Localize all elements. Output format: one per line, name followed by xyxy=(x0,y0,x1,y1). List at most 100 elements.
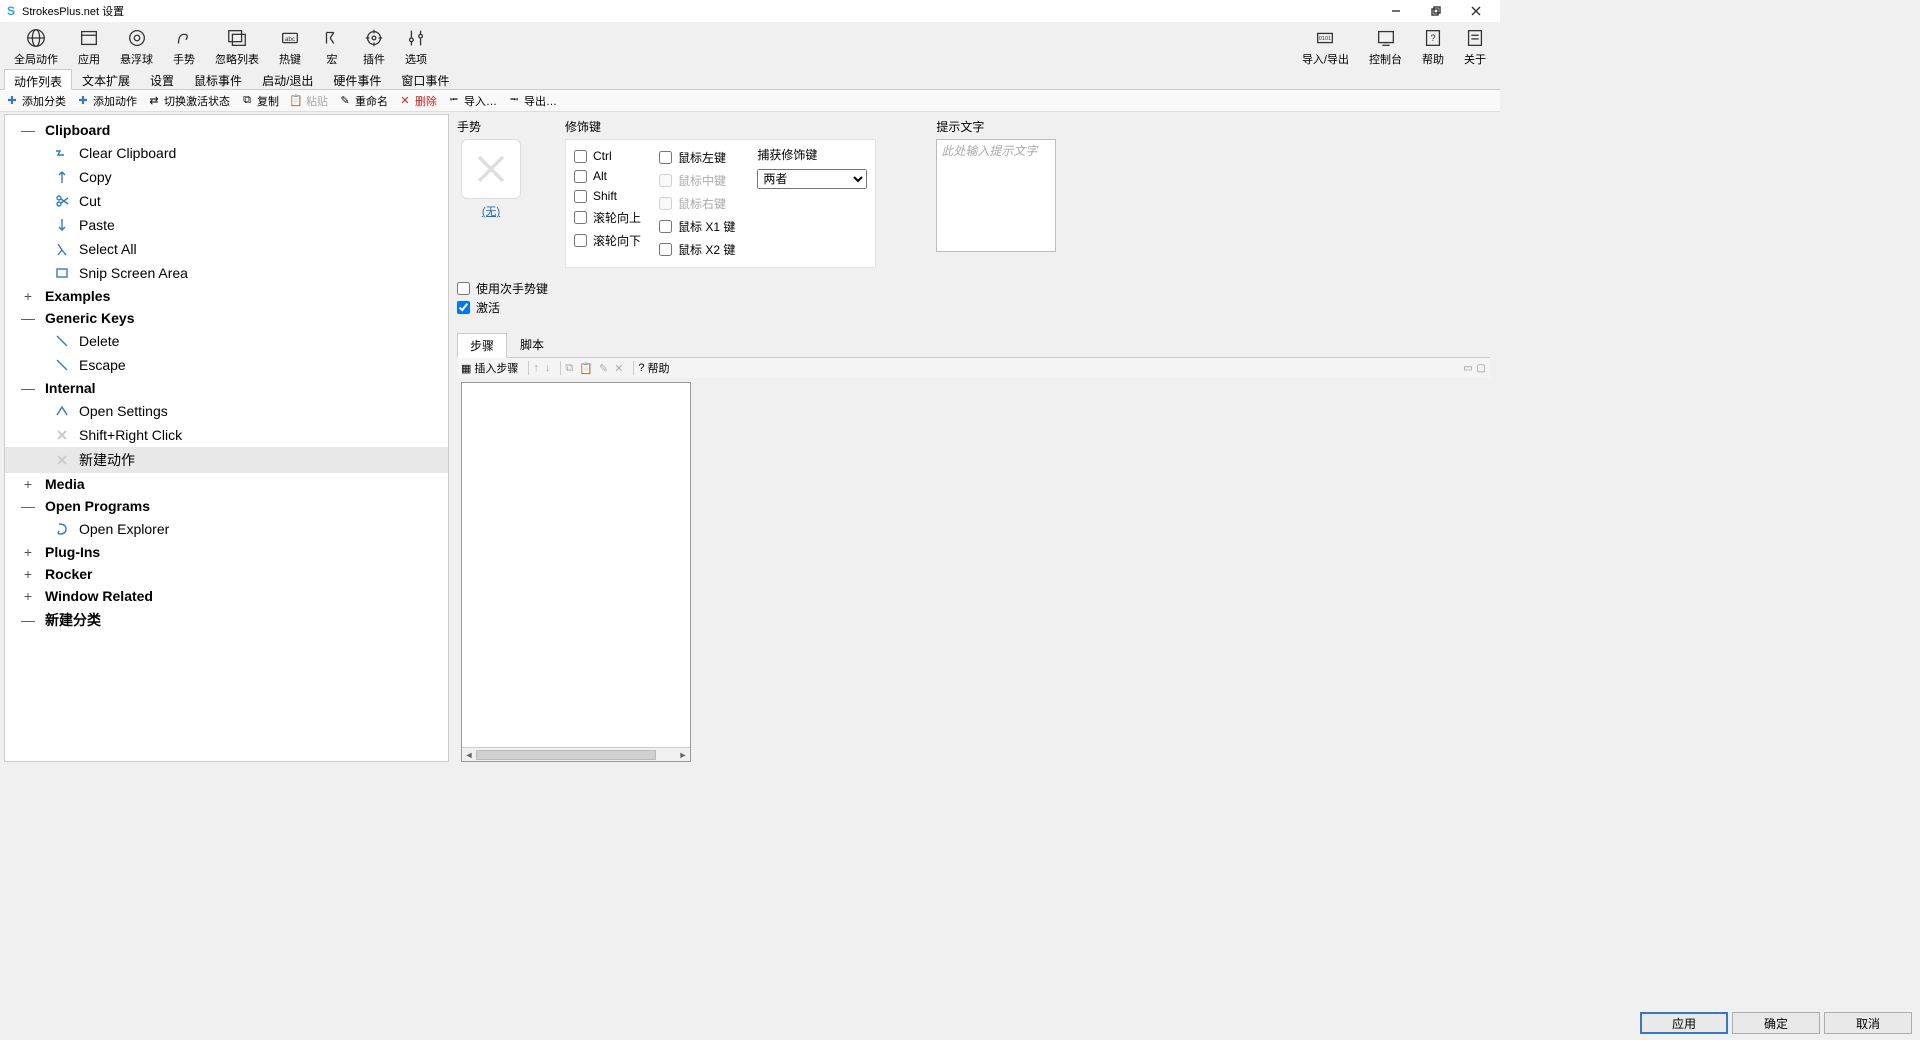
add-category-button[interactable]: ✚添加分类 xyxy=(5,93,66,109)
minimize-button[interactable] xyxy=(1376,0,1416,22)
collapse-icon[interactable]: — xyxy=(19,310,37,326)
tree-category[interactable]: +Media xyxy=(5,473,448,495)
maximize-button[interactable] xyxy=(1416,0,1456,22)
tab-1[interactable]: 文本扩展 xyxy=(72,68,140,89)
tree-item[interactable]: 新建动作 xyxy=(5,447,448,473)
capture-modifier-select[interactable]: 两者 xyxy=(757,169,867,189)
modifier-滚轮向下[interactable]: 滚轮向下 xyxy=(574,232,641,249)
tree-item[interactable]: Paste xyxy=(5,213,448,237)
paste-button[interactable]: 📋粘贴 xyxy=(289,93,328,109)
step-edit-button[interactable]: ✎ xyxy=(599,362,608,375)
modifier-Alt[interactable]: Alt xyxy=(574,169,641,183)
close-button[interactable] xyxy=(1456,0,1496,22)
tree-item[interactable]: Snip Screen Area xyxy=(5,261,448,285)
toolbar-macro[interactable]: 宏 xyxy=(321,26,343,67)
gesture-preview[interactable] xyxy=(461,139,521,199)
collapse-icon[interactable]: — xyxy=(19,612,37,628)
tree-item[interactable]: Delete xyxy=(5,329,448,353)
modifier-Ctrl[interactable]: Ctrl xyxy=(574,149,641,163)
activate-checkbox[interactable]: 激活 xyxy=(457,299,1490,316)
add-action-button[interactable]: ✚添加动作 xyxy=(76,93,137,109)
step-canvas[interactable]: ◄ ► xyxy=(461,382,691,762)
toolbar-globe[interactable]: 全局动作 xyxy=(14,26,58,67)
toolbar-console[interactable]: 控制台 xyxy=(1369,26,1402,67)
collapse-icon[interactable]: — xyxy=(19,380,37,396)
move-down-button[interactable]: ↓ xyxy=(545,362,551,374)
expand-icon[interactable]: + xyxy=(19,476,37,492)
ok-button[interactable]: 确定 xyxy=(1732,1012,1820,1034)
mini-window-icon[interactable]: ▭ xyxy=(1463,363,1472,374)
dialog-buttons: 应用 确定 取消 xyxy=(1640,1012,1912,1034)
import-button[interactable]: ⭰导入… xyxy=(447,93,497,109)
toolbar-about[interactable]: 关于 xyxy=(1464,26,1486,67)
delete-button[interactable]: ✕删除 xyxy=(398,93,437,109)
toolbar-io[interactable]: 0101导入/导出 xyxy=(1302,26,1349,67)
tree-item[interactable]: Clear Clipboard xyxy=(5,141,448,165)
toolbar-float[interactable]: 悬浮球 xyxy=(120,26,153,67)
tree-item[interactable]: Shift+Right Click xyxy=(5,423,448,447)
modifier-鼠标 X2 键[interactable]: 鼠标 X2 键 xyxy=(659,241,735,258)
tree-item[interactable]: Copy xyxy=(5,165,448,189)
step-hscrollbar[interactable]: ◄ ► xyxy=(462,747,690,761)
tree-category[interactable]: +Plug-Ins xyxy=(5,541,448,563)
use-secondary-checkbox[interactable]: 使用次手势键 xyxy=(457,280,1490,297)
expand-icon[interactable]: + xyxy=(19,588,37,604)
tab-3[interactable]: 鼠标事件 xyxy=(184,68,252,89)
gesture-none-link[interactable]: (无) xyxy=(457,203,525,219)
hint-textarea[interactable]: 此处输入提示文字 xyxy=(936,139,1056,252)
tree-category[interactable]: +Window Related xyxy=(5,585,448,607)
tree-item-label: Cut xyxy=(79,193,101,209)
tab-2[interactable]: 设置 xyxy=(140,68,184,89)
toolbar-options[interactable]: 选项 xyxy=(405,26,427,67)
move-up-button[interactable]: ↑ xyxy=(533,362,539,374)
tree-item[interactable]: Escape xyxy=(5,353,448,377)
cancel-button[interactable]: 取消 xyxy=(1824,1012,1912,1034)
tree-item-label: Delete xyxy=(79,333,119,349)
tree-category[interactable]: —新建分类 xyxy=(5,607,448,633)
action-tree[interactable]: —ClipboardClear ClipboardCopy Cut PasteSel… xyxy=(4,114,449,762)
apply-button[interactable]: 应用 xyxy=(1640,1012,1728,1034)
collapse-icon[interactable]: — xyxy=(19,122,37,138)
toggle-active-button[interactable]: ⇄切换激活状态 xyxy=(147,93,230,109)
tab-6[interactable]: 窗口事件 xyxy=(391,68,459,89)
tree-category[interactable]: —Internal xyxy=(5,377,448,399)
tree-category[interactable]: —Clipboard xyxy=(5,119,448,141)
toolbar-plugin[interactable]: 插件 xyxy=(363,26,385,67)
tree-item-label: Open Settings xyxy=(79,403,168,419)
toolbar-gesture[interactable]: 手势 xyxy=(173,26,195,67)
expand-icon[interactable]: + xyxy=(19,544,37,560)
modifier-滚轮向上[interactable]: 滚轮向上 xyxy=(574,209,641,226)
export-button[interactable]: ⭲导出… xyxy=(507,93,557,109)
tab-0[interactable]: 动作列表 xyxy=(4,69,72,90)
toolbar-hotkey[interactable]: abc热键 xyxy=(279,26,301,67)
modifier-鼠标 X1 键[interactable]: 鼠标 X1 键 xyxy=(659,218,735,235)
rename-button[interactable]: ✎重命名 xyxy=(338,93,388,109)
toolbar-window[interactable]: 应用 xyxy=(78,26,100,67)
tree-category[interactable]: —Open Programs xyxy=(5,495,448,517)
copy-button[interactable]: ⧉复制 xyxy=(240,93,279,109)
insert-step-button[interactable]: ▦插入步骤 xyxy=(461,360,518,376)
modifier-鼠标左键[interactable]: 鼠标左键 xyxy=(659,149,735,166)
tree-category[interactable]: +Examples xyxy=(5,285,448,307)
tree-item[interactable]: Open Explorer xyxy=(5,517,448,541)
tree-category[interactable]: —Generic Keys xyxy=(5,307,448,329)
tree-item[interactable]: Select All xyxy=(5,237,448,261)
toolbar-help[interactable]: ?帮助 xyxy=(1422,26,1444,67)
step-help-button[interactable]: ?帮助 xyxy=(638,360,669,376)
step-delete-button[interactable]: ✕ xyxy=(614,362,623,375)
toolbar-ignore[interactable]: 忽略列表 xyxy=(215,26,259,67)
modifier-Shift[interactable]: Shift xyxy=(574,189,641,203)
mini-max-icon[interactable]: ▢ xyxy=(1477,363,1486,374)
tab-5[interactable]: 硬件事件 xyxy=(323,68,391,89)
expand-icon[interactable]: + xyxy=(19,566,37,582)
tree-item[interactable]: Cut xyxy=(5,189,448,213)
lower-tab-1[interactable]: 脚本 xyxy=(507,332,557,357)
tab-4[interactable]: 启动/退出 xyxy=(252,68,323,89)
collapse-icon[interactable]: — xyxy=(19,498,37,514)
lower-tab-0[interactable]: 步骤 xyxy=(457,333,507,358)
step-copy-button[interactable]: ⧉ xyxy=(565,362,573,375)
tree-category[interactable]: +Rocker xyxy=(5,563,448,585)
step-paste-button[interactable]: 📋 xyxy=(579,362,593,375)
tree-item[interactable]: Open Settings xyxy=(5,399,448,423)
expand-icon[interactable]: + xyxy=(19,288,37,304)
